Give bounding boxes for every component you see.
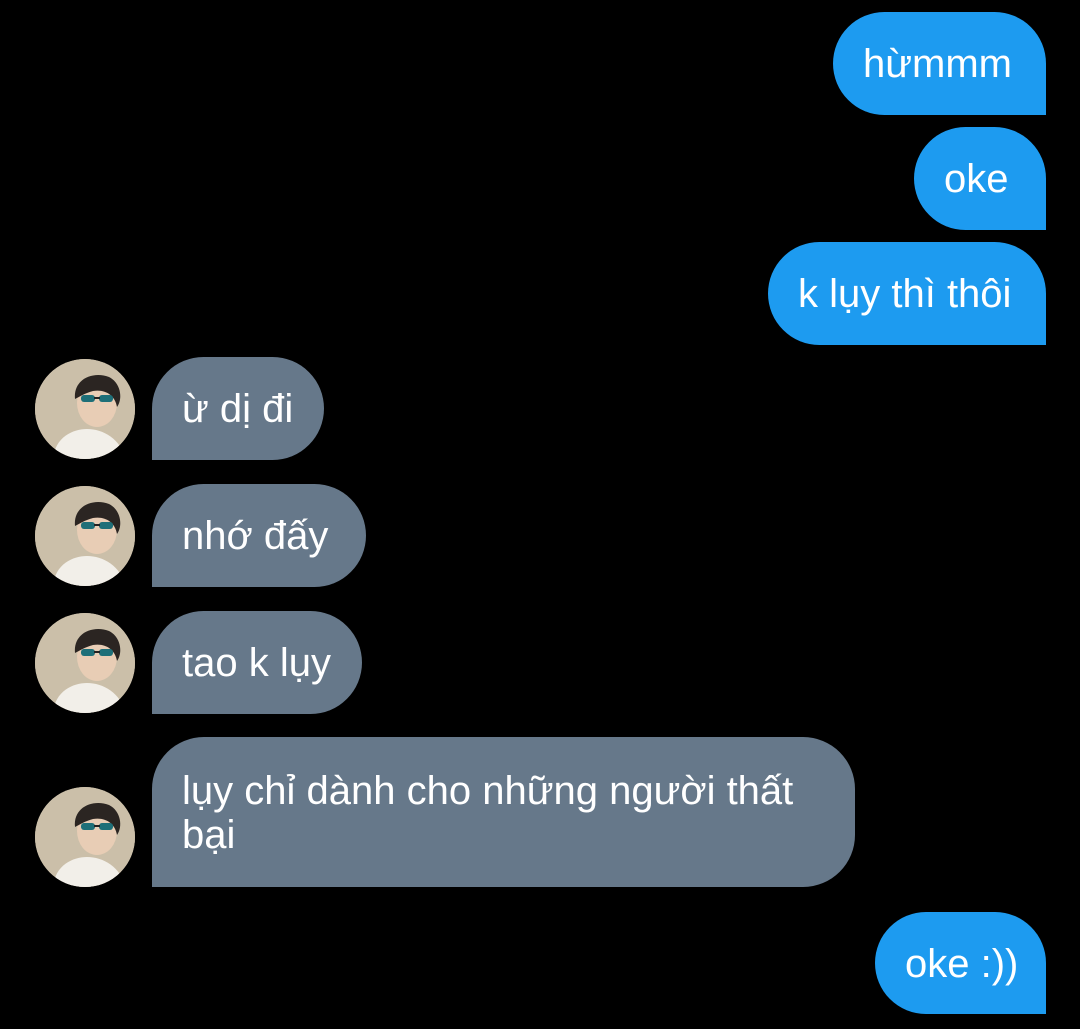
user-avatar-icon[interactable] bbox=[35, 486, 135, 586]
outgoing-message-bubble[interactable]: k lụy thì thôi bbox=[768, 242, 1046, 345]
user-avatar-icon[interactable] bbox=[35, 613, 135, 713]
message-text: nhớ đấy bbox=[182, 514, 329, 558]
user-avatar-icon[interactable] bbox=[35, 359, 135, 459]
outgoing-message-bubble[interactable]: hừmmm bbox=[833, 12, 1046, 115]
user-avatar-icon[interactable] bbox=[35, 787, 135, 887]
incoming-message-bubble[interactable]: lụy chỉ dành cho những người thất bại bbox=[152, 737, 855, 887]
incoming-message-bubble[interactable]: ừ dị đi bbox=[152, 357, 324, 460]
message-text: hừmmm bbox=[863, 42, 1012, 86]
message-text: k lụy thì thôi bbox=[798, 272, 1012, 316]
message-text: oke bbox=[944, 157, 1009, 201]
message-text: tao k lụy bbox=[182, 641, 331, 685]
incoming-message-bubble[interactable]: tao k lụy bbox=[152, 611, 362, 714]
outgoing-message-bubble[interactable]: oke bbox=[914, 127, 1046, 230]
message-text: oke :)) bbox=[905, 942, 1019, 986]
outgoing-message-bubble[interactable]: oke :)) bbox=[875, 912, 1046, 1014]
chat-thread: hừmmm oke k lụy thì thôi ừ dị đi nhớ đấy… bbox=[0, 0, 1080, 1029]
incoming-message-bubble[interactable]: nhớ đấy bbox=[152, 484, 366, 587]
message-text: ừ dị đi bbox=[182, 387, 294, 431]
message-text: lụy chỉ dành cho những người thất bại bbox=[182, 769, 794, 857]
